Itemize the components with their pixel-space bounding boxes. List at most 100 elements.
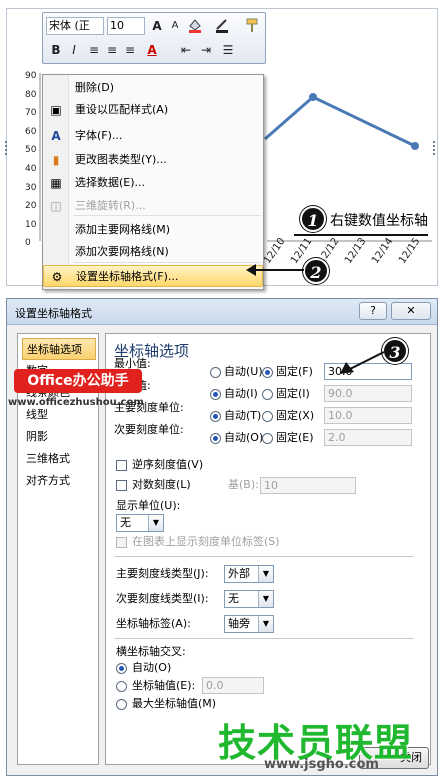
minor-tick-value: 无	[228, 592, 239, 605]
nav-item[interactable]: 三维格式	[22, 448, 96, 470]
nav-item[interactable]: 坐标轴选项	[22, 338, 96, 360]
value-axis-tick-label: 30	[25, 182, 37, 193]
line-color-icon[interactable]	[213, 17, 231, 35]
menu-item-label: 重设以匹配样式(A)	[75, 103, 169, 116]
nav-item[interactable]: 对齐方式	[22, 470, 96, 492]
resize-handle-left[interactable]	[5, 141, 9, 155]
value-axis-tick-label: 50	[25, 145, 37, 156]
fixed-radio[interactable]	[262, 433, 273, 444]
menu-item[interactable]: ▦ 选择数据(E)...	[43, 172, 263, 194]
cross-value-radio[interactable]	[116, 681, 127, 692]
reverse-order-checkbox[interactable]	[116, 460, 127, 471]
cross-auto-radio[interactable]	[116, 663, 127, 674]
show-units-label: 在图表上显示刻度单位标签(S)	[132, 535, 280, 548]
data-point	[309, 93, 317, 101]
list-icon[interactable]: ☰	[219, 41, 237, 59]
format-painter-icon[interactable]	[243, 17, 261, 35]
chevron-down-icon[interactable]: ▼	[258, 616, 273, 632]
menu-item[interactable]: 添加主要网格线(M)	[43, 219, 263, 241]
auto-radio[interactable]	[210, 367, 221, 378]
axis-row-value-input[interactable]: 90.0	[324, 385, 412, 402]
fill-color-icon[interactable]	[186, 17, 204, 35]
value-axis-tick-label: 70	[25, 108, 37, 119]
menu-item-label: 添加主要网格线(M)	[75, 223, 171, 236]
value-axis-tick-label: 0	[25, 238, 31, 249]
menu-item-label: 更改图表类型(Y)...	[75, 153, 167, 166]
auto-radio[interactable]	[210, 433, 221, 444]
menu-separator	[73, 215, 261, 216]
callout-2-arrow	[246, 264, 304, 276]
cross-value-label: 坐标轴值(E):	[132, 679, 196, 692]
log-base-label: 基(B):	[228, 478, 259, 491]
dialog-titlebar[interactable]: 设置坐标轴格式 ? ✕	[7, 299, 437, 325]
grow-font-icon[interactable]: A	[148, 17, 166, 35]
font-color-icon[interactable]: A	[143, 41, 161, 59]
axis-row-label: 次要刻度单位:	[114, 423, 184, 436]
fixed-radio-label: 固定(I)	[276, 387, 310, 400]
shrink-font-icon[interactable]: A	[166, 17, 184, 35]
font-name-select[interactable]: 宋体 (正	[46, 17, 104, 35]
fixed-radio-label: 固定(X)	[276, 409, 315, 422]
menu-item[interactable]: A 字体(F)...	[43, 125, 263, 147]
align-left-icon[interactable]: ≡	[85, 41, 103, 59]
menu-item[interactable]: ▮ 更改图表类型(Y)...	[43, 149, 263, 171]
nav-item[interactable]: 阴影	[22, 426, 96, 448]
auto-radio[interactable]	[210, 411, 221, 422]
callout-badge-1: 1	[300, 206, 326, 232]
auto-radio[interactable]	[210, 389, 221, 400]
cross-max-label: 最大坐标轴值(M)	[132, 697, 217, 710]
fixed-radio[interactable]	[262, 389, 273, 400]
jsgho-watermark-url: www.jsgho.com	[264, 757, 379, 772]
close-icon[interactable]: ✕	[391, 302, 431, 320]
callout-1-underline	[294, 234, 428, 236]
auto-radio-label: 自动(T)	[224, 409, 262, 422]
log-base-input[interactable]: 10	[260, 477, 356, 494]
fixed-radio[interactable]	[262, 367, 273, 378]
menu-item[interactable]: ▣ 重设以匹配样式(A)	[43, 99, 263, 121]
menu-item[interactable]: 添加次要网格线(N)	[43, 241, 263, 263]
reset-style-icon: ▣	[50, 103, 62, 117]
cross-value-input[interactable]: 0.0	[202, 677, 264, 694]
display-units-select[interactable]: 无 ▼	[116, 514, 164, 532]
show-units-checkbox[interactable]	[116, 537, 127, 548]
mini-toolbar: 宋体 (正 10 A A B I ≡ ≡ ≡ A ⇤ ⇥ ☰	[42, 12, 266, 64]
menu-separator	[73, 262, 261, 263]
menu-item-label: 字体(F)...	[75, 129, 123, 142]
log-scale-checkbox[interactable]	[116, 480, 127, 491]
align-center-icon[interactable]: ≡	[103, 41, 121, 59]
delete-icon	[48, 80, 64, 96]
chevron-down-icon[interactable]: ▼	[258, 566, 273, 582]
chevron-down-icon[interactable]: ▼	[148, 515, 163, 531]
help-button[interactable]: ?	[359, 302, 387, 320]
3d-rotation-icon: ◫	[50, 199, 62, 213]
axis-row-value-input[interactable]: 2.0	[324, 429, 412, 446]
align-right-icon[interactable]: ≡	[121, 41, 139, 59]
axis-row-value-input[interactable]: 10.0	[324, 407, 412, 424]
display-units-label: 显示单位(U):	[116, 499, 181, 512]
office-watermark-logo: Office办公助手	[14, 369, 142, 393]
major-tick-select[interactable]: 外部 ▼	[224, 565, 274, 583]
auto-radio-label: 自动(U)	[224, 365, 263, 378]
menu-item: ◫ 三维旋转(R)...	[43, 195, 263, 217]
fixed-radio[interactable]	[262, 411, 273, 422]
cross-auto-label: 自动(O)	[132, 661, 172, 674]
office-watermark-url: www.officezhushou.com	[8, 397, 144, 408]
menu-item[interactable]: ⚙ 设置坐标轴格式(F)...	[43, 265, 263, 287]
minor-tick-select[interactable]: 无 ▼	[224, 590, 274, 608]
font-size-select[interactable]: 10	[107, 17, 145, 35]
menu-item-label: 删除(D)	[75, 81, 115, 94]
increase-indent-icon[interactable]: ⇥	[197, 41, 215, 59]
value-axis-tick-label: 10	[25, 219, 37, 230]
axis-labels-select[interactable]: 轴旁 ▼	[224, 615, 274, 633]
cross-title: 横坐标轴交叉:	[116, 645, 186, 658]
chevron-down-icon[interactable]: ▼	[258, 591, 273, 607]
menu-item[interactable]: 删除(D)	[43, 77, 263, 99]
minor-tick-label: 次要刻度线类型(I):	[116, 592, 209, 605]
value-axis-tick-label: 90	[25, 71, 37, 81]
cross-max-radio[interactable]	[116, 699, 127, 710]
resize-handle-right[interactable]	[433, 141, 437, 155]
italic-icon[interactable]: I	[65, 41, 83, 59]
callout-3-arrow	[340, 351, 385, 374]
decrease-indent-icon[interactable]: ⇤	[177, 41, 195, 59]
bold-icon[interactable]: B	[47, 41, 65, 59]
